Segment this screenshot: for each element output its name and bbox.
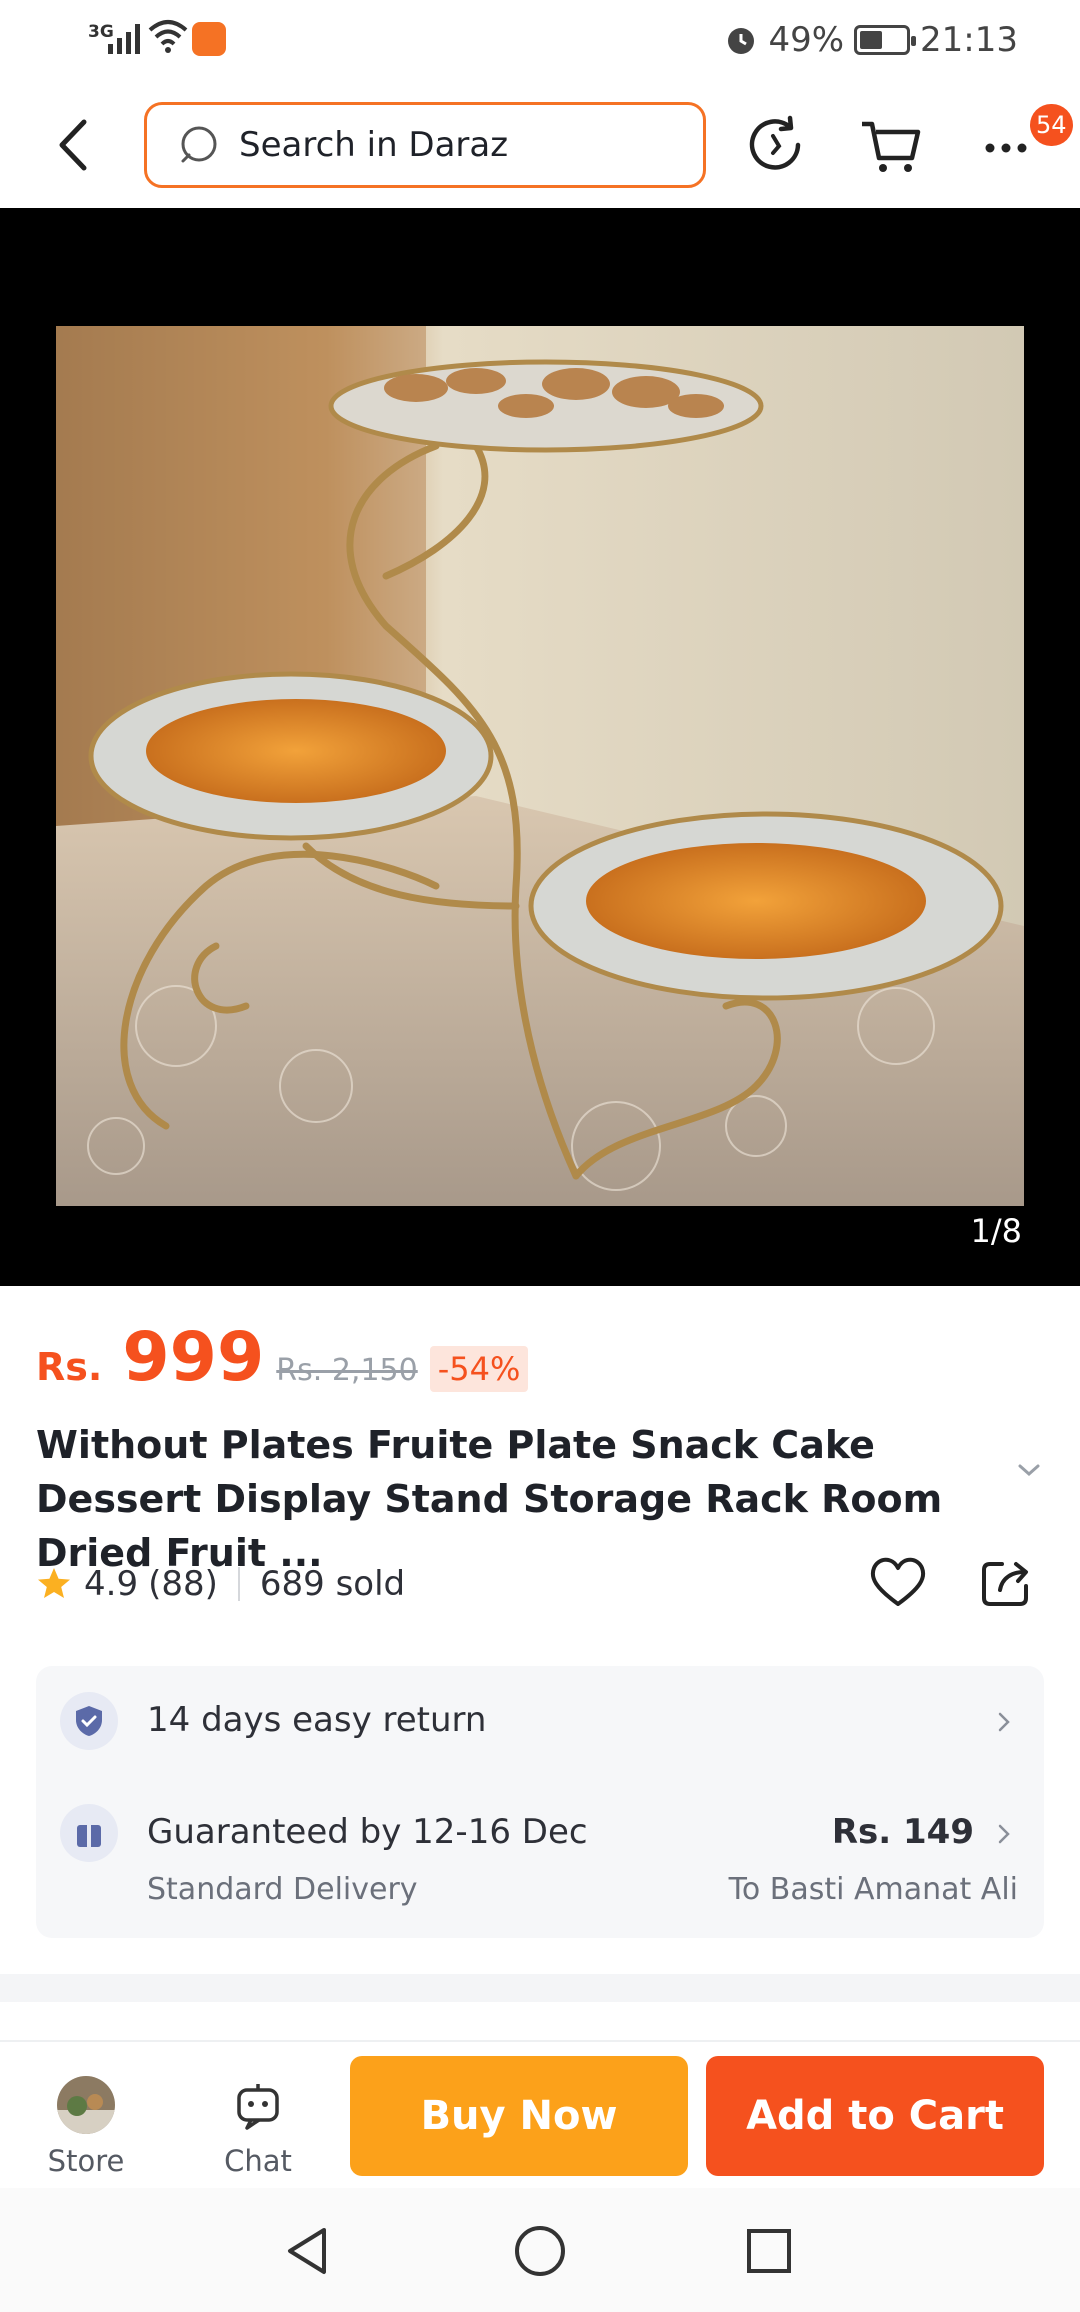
share-icon[interactable] [976, 1552, 1036, 1612]
separator [237, 1567, 240, 1601]
status-bar: 3G 49% 21:13 [0, 0, 1080, 82]
chat-tab[interactable]: Chat [198, 2076, 318, 2178]
chevron-down-icon[interactable] [1014, 1460, 1044, 1480]
chevron-right-icon[interactable] [992, 1710, 1016, 1734]
service-card: 14 days easy return Guaranteed by 12-16 … [36, 1666, 1044, 1938]
rating-row[interactable]: 4.9 (88) 689 sold [36, 1558, 405, 1610]
search-input[interactable] [239, 125, 679, 165]
battery-icon [854, 25, 917, 55]
price-row: Rs. 999 Rs. 2,150 -54% [36, 1318, 529, 1398]
chat-label: Chat [224, 2144, 292, 2178]
chevron-right-icon[interactable] [992, 1822, 1016, 1846]
store-label: Store [47, 2144, 125, 2178]
section-divider [0, 1974, 1080, 2002]
nav-back-icon[interactable] [282, 2224, 332, 2278]
store-avatar [57, 2076, 115, 2134]
star-icon [38, 1568, 70, 1598]
alarm-icon [728, 28, 755, 54]
sold-count: 689 sold [259, 1564, 406, 1604]
delivery-guarantee[interactable]: Guaranteed by 12-16 Dec [147, 1812, 588, 1852]
heart-icon[interactable] [866, 1550, 930, 1614]
delivery-type: Standard Delivery [147, 1872, 418, 1907]
system-nav-bar [0, 2188, 1080, 2312]
bottom-action-bar: Store Chat Buy Now Add to Cart [0, 2040, 1080, 2188]
discount-badge: -54% [429, 1346, 529, 1392]
shield-check-icon [60, 1692, 118, 1750]
top-header: 54 [0, 82, 1080, 208]
nav-recents-icon[interactable] [744, 2226, 794, 2276]
battery-percent: 49% [768, 20, 845, 60]
back-arrow-icon[interactable] [40, 110, 110, 180]
search-bar[interactable] [144, 102, 706, 188]
product-photo[interactable] [56, 326, 1024, 1206]
product-image-gallery[interactable]: 1/8 [0, 208, 1080, 1286]
battery-fill [860, 31, 882, 49]
history-icon[interactable] [740, 110, 810, 180]
gift-box-icon [60, 1804, 118, 1862]
wifi-icon [148, 20, 188, 53]
rating-value: 4.9 [84, 1564, 139, 1604]
search-icon [181, 126, 217, 163]
review-count: (88) [148, 1564, 218, 1604]
delivery-price: Rs. 149 [831, 1812, 974, 1852]
signal-icon [108, 20, 140, 54]
notification-badge: 54 [1030, 104, 1073, 146]
add-to-cart-button[interactable]: Add to Cart [706, 2056, 1044, 2176]
chat-bot-icon [237, 2084, 279, 2130]
image-counter: 1/8 [970, 1212, 1023, 1250]
original-price: Rs. 2,150 [276, 1353, 418, 1388]
nav-home-icon[interactable] [513, 2224, 567, 2278]
clock: 21:13 [920, 20, 1018, 60]
delivery-location[interactable]: To Basti Amanat Ali [729, 1872, 1018, 1907]
return-policy-text[interactable]: 14 days easy return [147, 1700, 487, 1740]
current-price: 999 [122, 1318, 265, 1397]
store-tab[interactable]: Store [26, 2076, 146, 2178]
cart-icon[interactable] [856, 110, 926, 180]
daraz-app-icon [192, 22, 226, 56]
buy-now-button[interactable]: Buy Now [350, 2056, 688, 2176]
currency-label: Rs. [36, 1345, 103, 1389]
